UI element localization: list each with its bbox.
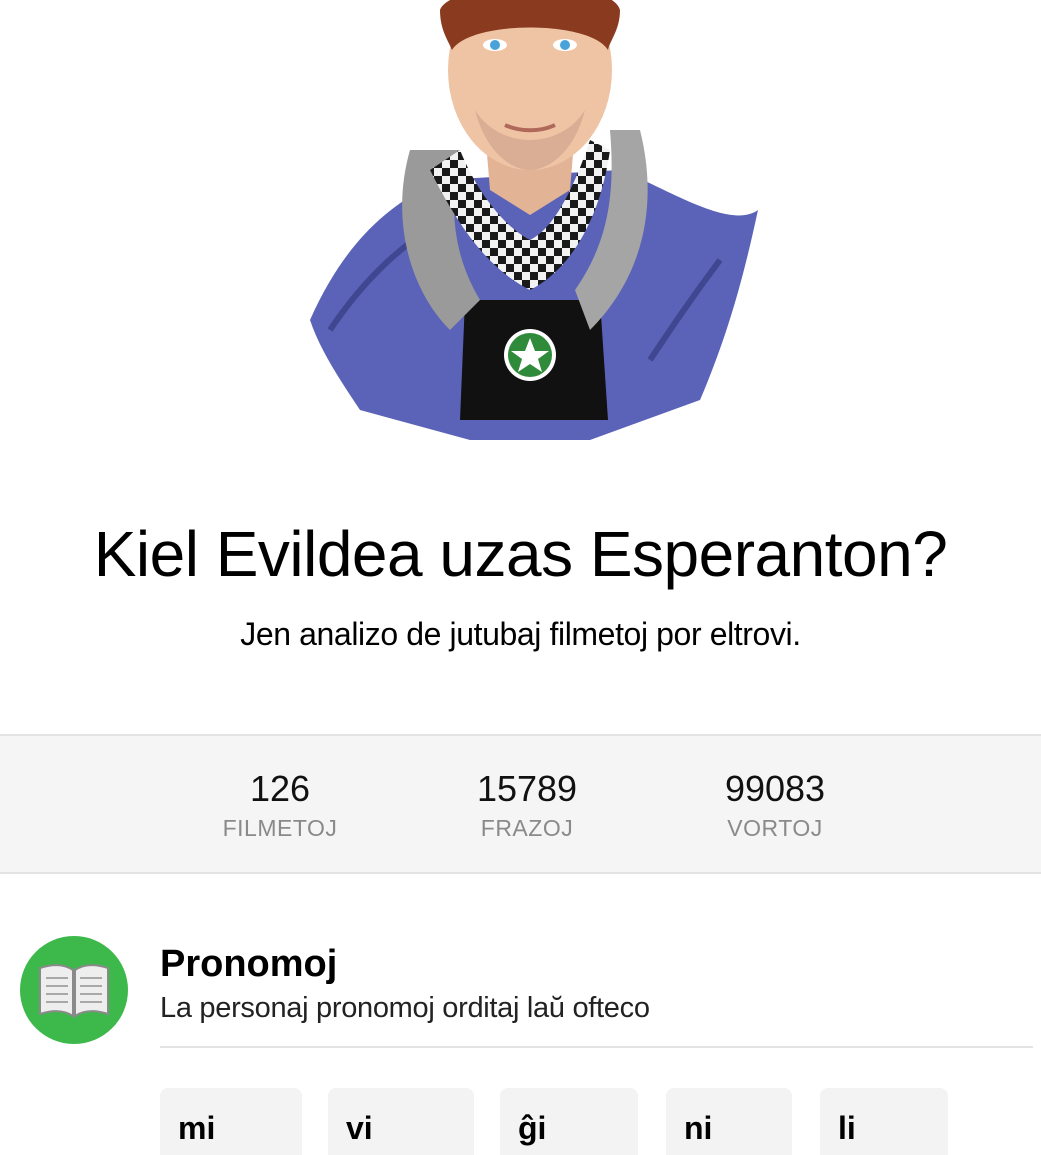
open-book-icon xyxy=(20,936,128,1044)
portrait-illustration xyxy=(290,0,770,450)
page-subtitle: Jen analizo de jutubaj filmetoj por eltr… xyxy=(240,616,801,652)
stat-label: FRAZOJ xyxy=(480,815,574,841)
pronoun-word: li xyxy=(838,1110,856,1146)
page: Kiel Evildea uzas Esperanton? Jen analiz… xyxy=(0,0,1041,1155)
stat-value: 15789 xyxy=(476,768,578,809)
pronoun-word: ĝi xyxy=(518,1110,547,1146)
stat-value: 126 xyxy=(249,768,311,809)
stat-words: 99083 VORTOJ xyxy=(665,766,885,844)
pronoun-chip[interactable]: ĝi xyxy=(500,1088,638,1155)
pronoun-word: ni xyxy=(684,1110,713,1146)
section-title: Pronomoj xyxy=(160,943,338,985)
stat-label: VORTOJ xyxy=(727,815,823,841)
stats-bar: 126 FILMETOJ 15789 FRAZOJ 99083 VORTOJ xyxy=(0,734,1041,874)
pronoun-word: mi xyxy=(178,1110,216,1146)
pronoun-chip[interactable]: ni xyxy=(666,1088,792,1155)
stat-videos: 126 FILMETOJ xyxy=(170,766,390,844)
section-description: La personaj pronomoj orditaj laŭ ofteco xyxy=(160,992,650,1024)
pronoun-chip[interactable]: mi xyxy=(160,1088,302,1155)
page-title: Kiel Evildea uzas Esperanton? xyxy=(93,518,948,590)
stat-value: 99083 xyxy=(724,768,826,809)
section-divider xyxy=(160,1046,1033,1048)
pronoun-chip[interactable]: li xyxy=(820,1088,948,1155)
stat-sentences: 15789 FRAZOJ xyxy=(417,766,637,844)
pronoun-chip[interactable]: vi xyxy=(328,1088,474,1155)
stat-label: FILMETOJ xyxy=(222,815,338,841)
pronoun-word: vi xyxy=(346,1110,373,1146)
